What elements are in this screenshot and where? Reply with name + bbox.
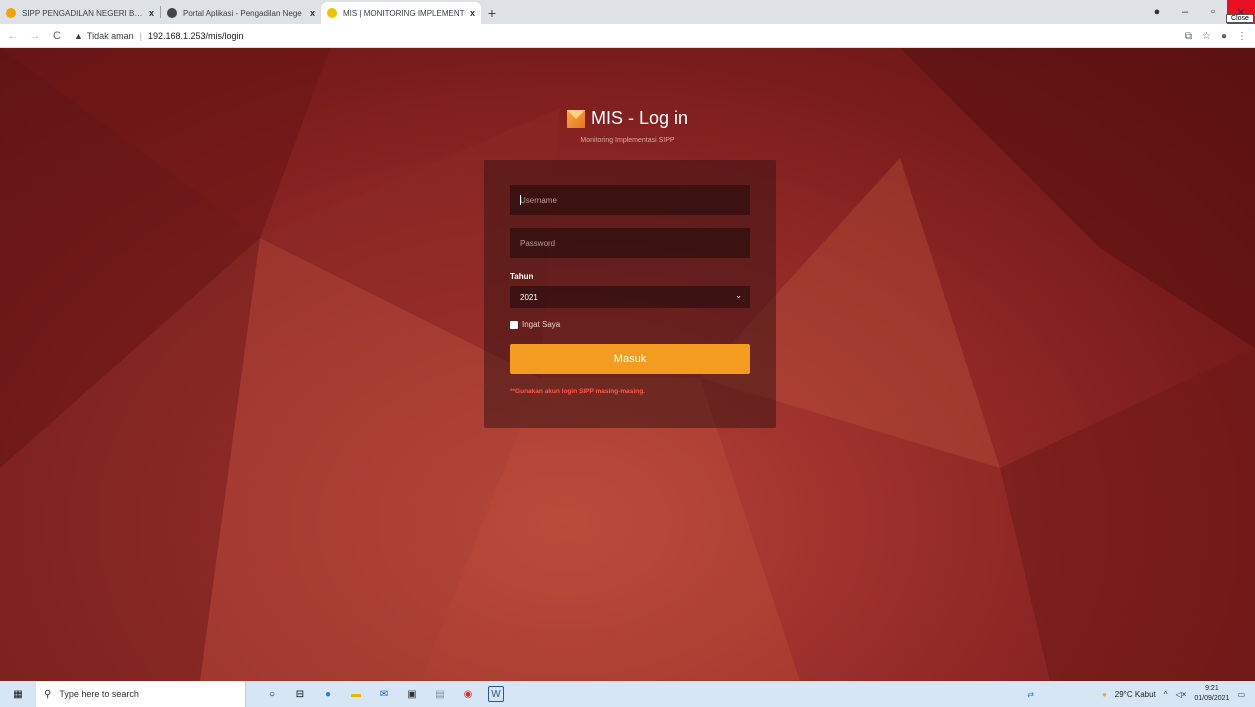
- task-view-icon[interactable]: ⊟: [292, 686, 308, 702]
- volume-icon[interactable]: ◁×: [1176, 690, 1187, 699]
- page-title: MIS - Log in: [590, 108, 689, 128]
- tab-close-icon[interactable]: x: [310, 8, 315, 18]
- remember-me[interactable]: Ingat Saya: [510, 320, 560, 329]
- address-bar: ← → C ▲ Tidak aman | 192.168.1.253/mis/l…: [0, 24, 1255, 48]
- file-explorer-icon[interactable]: ▬: [348, 686, 364, 702]
- tab-favicon-icon: [327, 8, 337, 18]
- clock[interactable]: 9:21 01/09/2021: [1194, 684, 1229, 704]
- year-select[interactable]: 2021 ⌄: [510, 286, 750, 308]
- login-page: MIS - Log in Monitoring Implementasi SIP…: [0, 48, 1255, 681]
- store-icon[interactable]: ▣: [404, 686, 420, 702]
- taskbar-search[interactable]: ⚲ Type here to search: [36, 681, 246, 707]
- address-bar-actions: ⧉ ☆ ● ⋮: [1185, 24, 1247, 48]
- bookmark-star-icon[interactable]: ☆: [1202, 31, 1211, 42]
- windows-taskbar: ▦ ⚲ Type here to search ○ ⊟ ● ▬ ✉ ▣ ▤ ◉ …: [0, 681, 1255, 707]
- remember-label: Ingat Saya: [522, 320, 561, 329]
- minimize-button[interactable]: –: [1171, 6, 1199, 18]
- reload-button[interactable]: C: [48, 30, 66, 42]
- security-status: Tidak aman: [86, 30, 134, 41]
- new-tab-button[interactable]: +: [481, 2, 503, 24]
- taskbar-search-placeholder: Type here to search: [59, 689, 139, 699]
- year-label: Tahun: [510, 272, 534, 281]
- word-icon[interactable]: W: [488, 686, 504, 702]
- browser-tab-bar: SIPP PENGADILAN NEGERI BANT x Portal Apl…: [0, 0, 1255, 24]
- chevron-up-icon[interactable]: ^: [1164, 690, 1168, 699]
- tab-mis[interactable]: MIS | MONITORING IMPLEMENT x: [321, 2, 481, 24]
- tab-label: SIPP PENGADILAN NEGERI BANT: [22, 8, 145, 18]
- forward-button[interactable]: →: [26, 30, 44, 42]
- weather-icon: ●: [1101, 689, 1107, 699]
- year-select-value: 2021: [520, 292, 538, 302]
- tab-close-icon[interactable]: x: [470, 8, 475, 18]
- taskbar-apps: ○ ⊟ ● ▬ ✉ ▣ ▤ ◉ W: [264, 686, 504, 702]
- text-caret: [520, 195, 521, 205]
- tab-portal[interactable]: Portal Aplikasi - Pengadilan Nege x: [161, 2, 321, 24]
- tab-sipp[interactable]: SIPP PENGADILAN NEGERI BANT x: [0, 2, 160, 24]
- teamviewer-icon[interactable]: ⇄: [1027, 690, 1034, 699]
- envelope-logo-icon: [566, 109, 585, 128]
- chevron-down-icon: ⌄: [735, 291, 742, 300]
- warning-icon: ▲: [74, 30, 83, 41]
- remember-checkbox[interactable]: [510, 320, 518, 329]
- clock-time: 9:21: [1205, 685, 1219, 692]
- search-icon: ⚲: [44, 688, 52, 700]
- close-window-button[interactable]: ✕ Close: [1226, 0, 1255, 24]
- login-button[interactable]: Masuk: [510, 344, 750, 374]
- login-card: Tahun 2021 ⌄ Ingat Saya Masuk **Gunakan …: [484, 160, 776, 428]
- photos-icon[interactable]: ▤: [432, 686, 448, 702]
- window-controls: ● – ▫ ✕ Close: [1143, 0, 1255, 24]
- windows-start-icon[interactable]: ▦: [0, 689, 36, 700]
- close-tooltip: Close: [1226, 14, 1254, 23]
- page-subtitle: Monitoring Implementasi SIPP: [580, 136, 675, 144]
- edge-icon[interactable]: ●: [320, 686, 336, 702]
- tab-favicon-icon: [6, 8, 16, 18]
- tab-favicon-icon: [167, 8, 177, 18]
- mail-icon[interactable]: ✉: [376, 686, 392, 702]
- brand-title: MIS - Log in: [566, 108, 689, 129]
- maximize-button[interactable]: ▫: [1199, 6, 1227, 18]
- menu-kebab-icon[interactable]: ⋮: [1237, 31, 1247, 42]
- system-tray: ⇄ ● 29°C Kabut ^ ◁× 9:21 01/09/2021 ▭: [1027, 681, 1255, 707]
- omnibox[interactable]: ▲ Tidak aman | 192.168.1.253/mis/login: [74, 31, 244, 41]
- clock-date: 01/09/2021: [1194, 695, 1230, 702]
- cortana-icon[interactable]: ○: [264, 686, 280, 702]
- tab-label: Portal Aplikasi - Pengadilan Nege: [183, 8, 302, 18]
- translate-icon[interactable]: ⧉: [1185, 31, 1192, 42]
- username-input[interactable]: [510, 185, 750, 215]
- back-button[interactable]: ←: [4, 30, 22, 42]
- tab-label: MIS | MONITORING IMPLEMENT: [343, 8, 465, 18]
- chrome-icon[interactable]: ◉: [460, 686, 476, 702]
- password-input[interactable]: [510, 228, 750, 258]
- weather-text[interactable]: 29°C Kabut: [1115, 690, 1156, 699]
- brand-header: MIS - Log in Monitoring Implementasi SIP…: [0, 108, 1255, 144]
- divider: |: [139, 30, 142, 41]
- url-text: 192.168.1.253/mis/login: [147, 30, 244, 41]
- notifications-icon[interactable]: ▭: [1237, 690, 1245, 699]
- profile-icon[interactable]: ●: [1221, 31, 1227, 42]
- login-note: **Gunakan akun login SIPP masing-masing.: [510, 388, 645, 395]
- tab-close-icon[interactable]: x: [149, 8, 154, 18]
- profile-dot-icon[interactable]: ●: [1143, 6, 1171, 18]
